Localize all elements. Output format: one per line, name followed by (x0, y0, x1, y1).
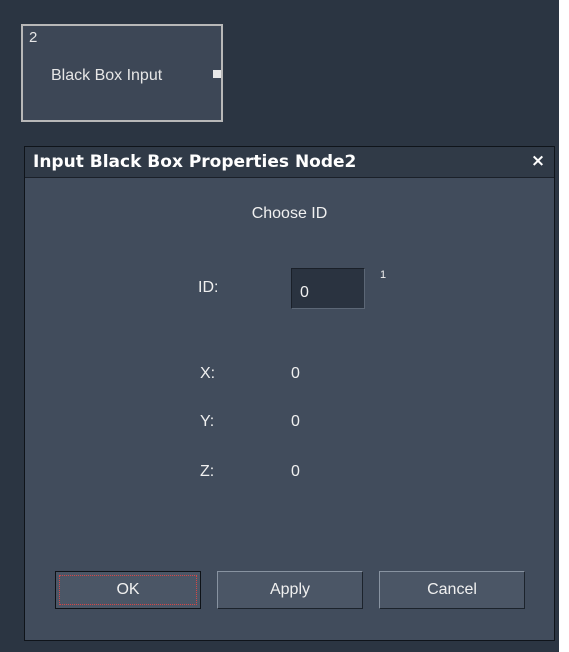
x-label: X: (200, 365, 216, 382)
x-value: 0 (291, 365, 300, 382)
properties-dialog: Input Black Box Properties Node2 × Choos… (24, 146, 555, 641)
y-label: Y: (200, 413, 215, 430)
dialog-titlebar[interactable]: Input Black Box Properties Node2 × (25, 147, 554, 178)
black-box-input-node[interactable]: 2 Black Box Input (21, 24, 223, 122)
apply-button[interactable]: Apply (217, 571, 363, 609)
z-value: 0 (291, 463, 300, 480)
apply-button-label: Apply (269, 581, 311, 598)
id-input[interactable] (291, 268, 365, 309)
node-label: Black Box Input (51, 67, 163, 84)
y-value: 0 (291, 413, 300, 430)
cancel-button[interactable]: Cancel (379, 571, 525, 609)
choose-id-heading: Choose ID (251, 205, 328, 222)
z-label: Z: (200, 463, 215, 480)
dialog-title: Input Black Box Properties Node2 (33, 152, 357, 172)
ok-button[interactable]: OK (55, 571, 201, 609)
close-icon[interactable]: × (529, 151, 547, 171)
id-count-superscript: 1 (380, 269, 387, 281)
id-label: ID: (198, 279, 219, 296)
ok-button-label: OK (116, 581, 140, 598)
output-port-icon[interactable] (213, 70, 221, 78)
cancel-button-label: Cancel (427, 581, 477, 598)
node-number: 2 (29, 29, 38, 46)
node-canvas: 2 Black Box Input Input Black Box Proper… (0, 0, 559, 652)
